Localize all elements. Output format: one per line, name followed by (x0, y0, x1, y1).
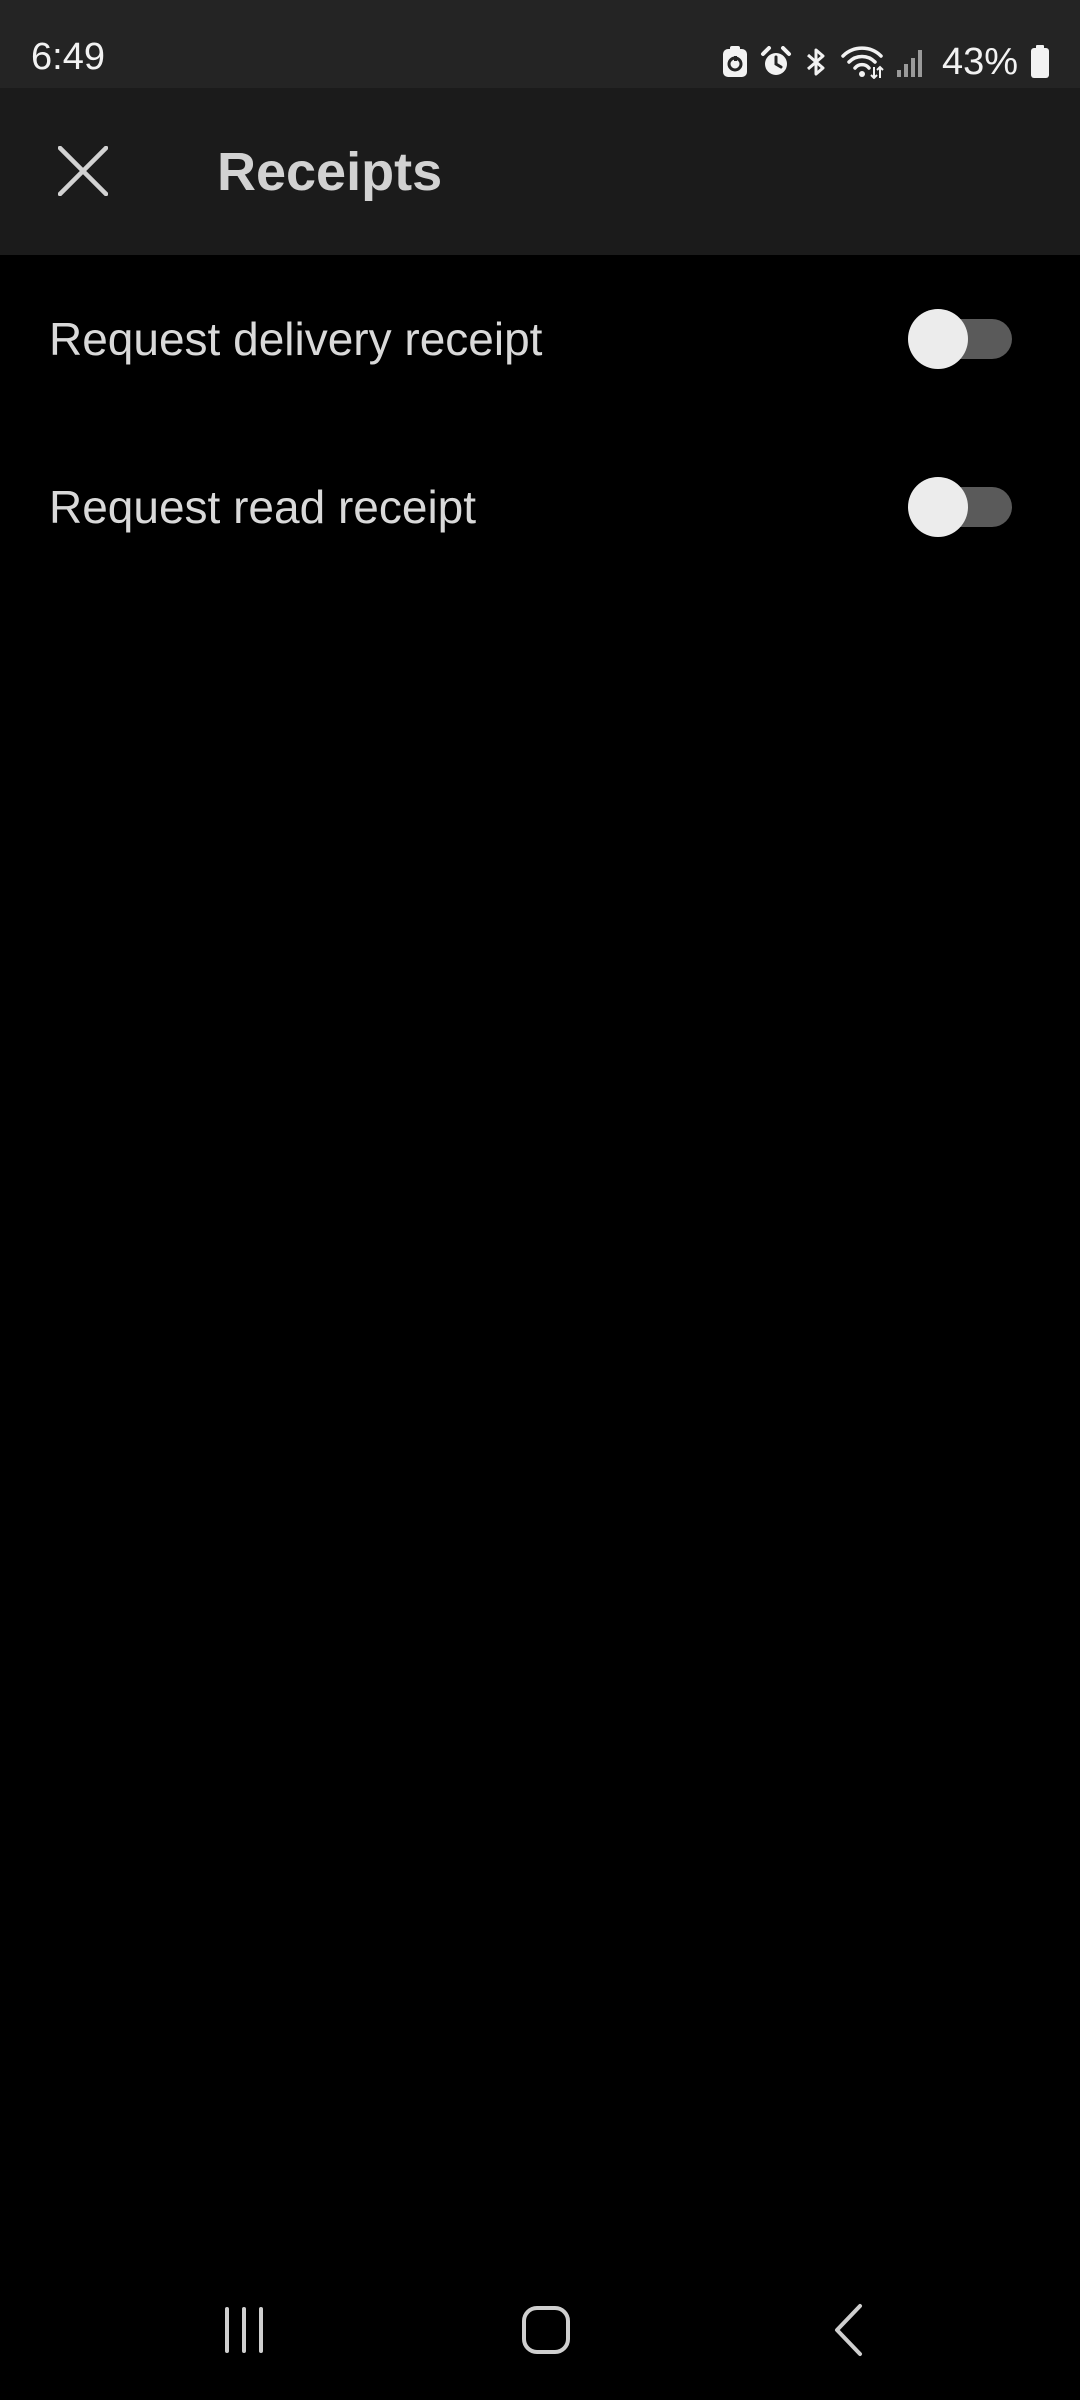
delivery-receipt-toggle[interactable] (908, 309, 1012, 369)
read-receipt-toggle[interactable] (908, 477, 1012, 537)
status-time: 6:49 (31, 36, 105, 78)
close-icon (58, 146, 108, 196)
battery-percent: 43% (941, 41, 1018, 83)
recents-button[interactable] (164, 2260, 324, 2400)
bluetooth-icon (804, 46, 828, 78)
setting-label: Request read receipt (49, 481, 477, 533)
setting-label: Request delivery receipt (49, 313, 543, 365)
signal-icon (896, 46, 926, 78)
battery-icon (1030, 45, 1050, 79)
screen: 6:49 43% Receipts Request delivery recei… (0, 0, 1080, 2400)
page-title: Receipts (217, 142, 443, 202)
home-icon (522, 2306, 570, 2354)
close-button[interactable] (38, 126, 128, 216)
back-icon (835, 2304, 862, 2356)
status-icons: 43% (722, 40, 1050, 84)
wifi-icon (840, 45, 884, 79)
app-bar: Receipts (0, 88, 1080, 255)
status-bar: 6:49 43% (0, 0, 1080, 88)
back-button[interactable] (770, 2260, 930, 2400)
settings-list: Request delivery receipt Request read re… (0, 255, 1080, 591)
setting-row-delivery-receipt[interactable]: Request delivery receipt (0, 255, 1080, 423)
setting-row-read-receipt[interactable]: Request read receipt (0, 423, 1080, 591)
toggle-thumb (908, 477, 968, 537)
recents-icon (225, 2307, 263, 2353)
screenshot-icon (722, 46, 748, 78)
navigation-bar (0, 2260, 1080, 2400)
alarm-icon (760, 46, 792, 78)
toggle-thumb (908, 309, 968, 369)
home-button[interactable] (466, 2260, 626, 2400)
